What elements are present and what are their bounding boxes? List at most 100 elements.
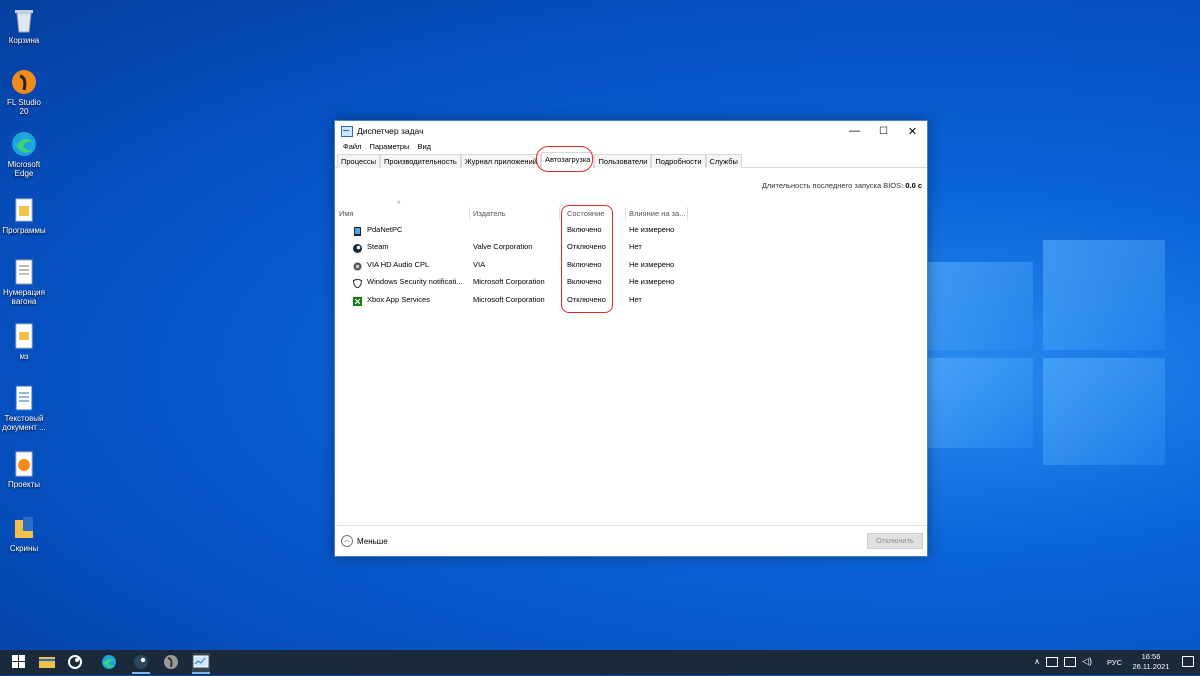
desktop-icon-label: Нумерация вагона xyxy=(3,288,45,306)
clock-date: 26.11.2021 xyxy=(1132,662,1170,671)
desktop-icon-edge[interactable]: Microsoft Edge xyxy=(2,130,46,178)
row-publisher: Microsoft Corporation xyxy=(473,295,545,304)
clock[interactable]: 16:56 26.11.2021 xyxy=(1128,652,1174,672)
minimize-button[interactable]: — xyxy=(840,121,869,141)
desktop-icon-projects[interactable]: Проекты xyxy=(2,450,46,489)
table-row[interactable]: Steam Valve Corporation Отключено Нет xyxy=(335,238,927,255)
fewer-details-label: Меньше xyxy=(357,536,388,546)
edge-icon xyxy=(11,130,37,158)
column-publisher[interactable]: Издатель xyxy=(469,207,560,221)
file-explorer-icon[interactable] xyxy=(38,653,56,671)
desktop-icon-label: Текстовый документ ... xyxy=(2,414,46,432)
menu-options[interactable]: Параметры xyxy=(365,141,413,153)
row-publisher: Valve Corporation xyxy=(473,242,533,251)
folder-icon xyxy=(11,196,37,224)
row-impact: Не измерено xyxy=(629,277,675,286)
tab-bar: Процессы Производительность Журнал прило… xyxy=(335,152,927,168)
title-bar[interactable]: Диспетчер задач — ☐ ✕ xyxy=(335,121,927,141)
desktop-icon-programs[interactable]: Программы xyxy=(2,196,46,235)
table-row[interactable]: Windows Security notificati... Microsoft… xyxy=(335,273,927,290)
desktop-icon-screenshots[interactable]: Скрины xyxy=(2,514,46,553)
row-impact: Нет xyxy=(629,295,642,304)
desktop-icon-car-numbering[interactable]: Нумерация вагона xyxy=(2,258,46,306)
row-name: Xbox App Services xyxy=(367,295,430,304)
row-impact: Не измерено xyxy=(629,225,675,234)
chevron-up-icon: ︿ xyxy=(341,535,353,547)
steam-taskbar-icon[interactable] xyxy=(66,653,84,671)
close-button[interactable]: ✕ xyxy=(898,121,927,141)
desktop-icon-recycle-bin[interactable]: Корзина xyxy=(2,6,46,45)
table-row[interactable]: PdaNetPC Включено Не измерено xyxy=(335,221,927,238)
menu-view[interactable]: Вид xyxy=(413,141,435,153)
steam-icon xyxy=(353,242,362,253)
desktop-icon-mz[interactable]: мз xyxy=(2,322,46,361)
edge-taskbar-icon[interactable] xyxy=(100,653,118,671)
row-impact: Нет xyxy=(629,242,642,251)
desktop-icon-label: Скрины xyxy=(9,544,39,553)
bios-time: Длительность последнего запуска BIOS: 0.… xyxy=(762,181,922,190)
column-impact[interactable]: Влияние на за... xyxy=(625,207,688,221)
task-manager-icon xyxy=(341,125,353,137)
table-row[interactable]: Xbox App Services Microsoft Corporation … xyxy=(335,291,927,308)
tray-app-icon[interactable] xyxy=(1046,657,1058,667)
clock-time: 16:56 xyxy=(1141,652,1161,661)
tab-details[interactable]: Подробности xyxy=(651,154,706,168)
row-name: VIA HD Audio CPL xyxy=(367,260,430,269)
column-name[interactable]: Имя xyxy=(335,207,470,221)
screenshots-folder-icon xyxy=(11,514,37,542)
highlight-startup-tab xyxy=(536,146,593,172)
row-publisher: VIA xyxy=(473,260,486,269)
menu-file[interactable]: Файл xyxy=(339,141,365,153)
bios-label: Длительность последнего запуска BIOS: xyxy=(761,181,904,190)
audio-icon xyxy=(353,260,362,271)
table-row[interactable]: VIA HD Audio CPL VIA Включено Не измерен… xyxy=(335,256,927,273)
taskbar: ∧ ◁) РУС 16:56 26.11.2021 xyxy=(0,650,1200,675)
row-name: Windows Security notificati... xyxy=(367,277,463,286)
fl-studio-taskbar-icon[interactable] xyxy=(162,653,180,671)
desktop-icon-fl-studio[interactable]: FL Studio 20 xyxy=(2,68,46,116)
task-manager-taskbar-icon[interactable] xyxy=(192,653,210,674)
bios-value: 0.0 с xyxy=(905,181,922,190)
volume-icon[interactable]: ◁) xyxy=(1082,656,1092,667)
desktop-icon-text-document[interactable]: Текстовый документ ... xyxy=(2,384,46,432)
language-indicator[interactable]: РУС xyxy=(1107,658,1122,667)
tab-services[interactable]: Службы xyxy=(705,154,742,168)
tab-processes[interactable]: Процессы xyxy=(337,154,381,168)
menu-bar: Файл Параметры Вид xyxy=(335,141,927,153)
text-document-icon xyxy=(11,384,37,412)
start-button[interactable] xyxy=(10,653,28,671)
xbox-icon xyxy=(353,295,362,306)
projects-icon xyxy=(11,450,37,478)
notification-icon[interactable] xyxy=(1182,656,1194,667)
network-icon[interactable] xyxy=(1064,657,1076,667)
highlight-status-column xyxy=(561,205,613,313)
column-headers: Имя Издатель Состояние Влияние на за... xyxy=(335,207,927,221)
desktop-icon-label: мз xyxy=(19,352,29,361)
window-title: Диспетчер задач xyxy=(357,126,424,136)
document-icon xyxy=(11,258,37,286)
file-icon xyxy=(11,322,37,350)
row-name: PdaNetPC xyxy=(367,225,403,234)
maximize-button[interactable]: ☐ xyxy=(869,121,898,141)
desktop-icon-label: Корзина xyxy=(8,36,40,45)
disable-button[interactable]: Отключить xyxy=(867,533,923,549)
desktop-icon-label: FL Studio 20 xyxy=(7,98,41,116)
tab-users[interactable]: Пользователи xyxy=(594,154,652,168)
wallpaper-windows-logo xyxy=(925,240,1165,465)
recycle-bin-icon xyxy=(11,6,37,34)
row-publisher: Microsoft Corporation xyxy=(473,277,545,286)
desktop-icon-label: Проекты xyxy=(7,480,41,489)
task-manager-window: Диспетчер задач — ☐ ✕ Файл Параметры Вид… xyxy=(334,120,928,557)
pdanet-icon xyxy=(353,225,362,236)
row-impact: Не измерено xyxy=(629,260,675,269)
steam-running-icon[interactable] xyxy=(132,653,150,674)
fewer-details-button[interactable]: ︿ Меньше xyxy=(341,535,388,547)
fl-studio-icon xyxy=(11,68,37,96)
desktop-icon-label: Microsoft Edge xyxy=(7,160,41,178)
desktop-icon-label: Программы xyxy=(2,226,46,235)
shield-icon xyxy=(352,277,363,289)
chevron-up-icon[interactable]: ∧ xyxy=(1034,657,1040,666)
tab-app-history[interactable]: Журнал приложений xyxy=(460,154,541,168)
window-footer: ︿ Меньше Отключить xyxy=(335,525,927,556)
tab-performance[interactable]: Производительность xyxy=(380,154,461,168)
